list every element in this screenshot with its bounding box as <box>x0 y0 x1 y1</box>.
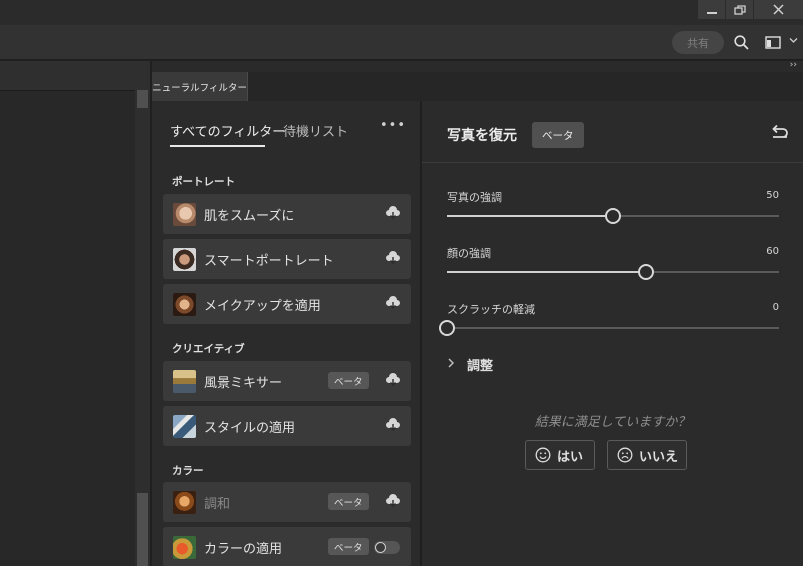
chevron-right-icon <box>448 358 455 368</box>
toggle-knob <box>375 542 386 553</box>
slider-value: 0 <box>772 302 779 313</box>
title-bar <box>0 0 803 25</box>
restore-icon <box>733 4 746 15</box>
chevron-down-icon[interactable] <box>789 37 798 44</box>
filter-item-skin-smoothing[interactable]: 肌をスムーズに <box>163 194 411 234</box>
slider-fill <box>447 271 647 273</box>
beta-badge: ベータ <box>328 538 369 555</box>
options-bar: 共有 <box>0 25 803 60</box>
cloud-download-icon[interactable] <box>385 418 401 432</box>
restore-button[interactable] <box>726 0 753 19</box>
scroll-arrow-top[interactable] <box>137 90 148 108</box>
filter-item-style-transfer[interactable]: スタイルの適用 <box>163 406 411 446</box>
section-title: クリエイティブ <box>172 343 245 355</box>
slider-value: 60 <box>766 246 779 257</box>
filter-item-landscape-mixer[interactable]: 風景ミキサー ベータ <box>163 361 411 401</box>
photo-enhancement-slider[interactable] <box>447 208 779 224</box>
slider-label: スクラッチの軽減 <box>447 303 535 316</box>
smile-icon <box>535 447 551 463</box>
feedback-no-label: いいえ <box>639 449 679 465</box>
active-tab-underline <box>170 145 265 147</box>
face-enhancement-slider[interactable] <box>447 264 779 280</box>
cloud-download-icon[interactable] <box>385 494 401 508</box>
slider-knob[interactable] <box>605 208 621 224</box>
reset-icon[interactable] <box>770 123 790 139</box>
cloud-download-icon[interactable] <box>385 373 401 387</box>
filter-label: メイクアップを適用 <box>204 299 321 314</box>
cloud-download-icon[interactable] <box>385 206 401 220</box>
beta-badge: ベータ <box>328 493 369 510</box>
feedback-no-button[interactable]: いいえ <box>607 440 687 470</box>
filter-label: カラーの適用 <box>204 542 283 557</box>
slider-fill <box>447 215 613 217</box>
feedback-yes-label: はい <box>557 449 584 465</box>
collapse-panels-icon[interactable]: ›› <box>790 60 797 70</box>
beta-badge: ベータ <box>328 372 369 389</box>
skin-smoothing-thumbnail <box>173 203 196 226</box>
makeup-transfer-thumbnail <box>173 293 196 316</box>
close-button[interactable] <box>754 0 803 19</box>
filter-title: 写真を復元 <box>447 128 517 144</box>
filter-item-harmonization[interactable]: 調和 ベータ <box>163 482 411 522</box>
tab-neural-filters[interactable]: ニューラルフィルター <box>152 72 248 101</box>
section-title: ポートレート <box>172 176 235 188</box>
more-options-icon[interactable]: ••• <box>380 118 406 133</box>
tab-waitlist[interactable]: 待機リスト <box>283 121 348 140</box>
slider-label: 写真の強調 <box>447 191 502 204</box>
document-canvas-area <box>0 61 150 566</box>
scratch-reduction-slider[interactable] <box>439 320 779 336</box>
tab-all-filters[interactable]: すべてのフィルター <box>170 121 285 140</box>
slider-value: 50 <box>766 190 779 201</box>
cloud-download-icon[interactable] <box>385 296 401 310</box>
filter-toggle[interactable] <box>374 541 400 554</box>
filter-label: 風景ミキサー <box>204 376 283 391</box>
color-transfer-thumbnail <box>173 536 196 559</box>
filter-settings-header: 写真を復元 ベータ <box>422 101 803 163</box>
minimize-icon <box>706 11 717 14</box>
feedback-yes-button[interactable]: はい <box>525 440 595 470</box>
panel-dock-header: ›› <box>152 60 803 72</box>
workspace-icon[interactable] <box>765 36 781 49</box>
filter-settings-column: 写真を復元 ベータ 写真の強調 50 顔の強調 60 スクラッチの軽減 0 調整… <box>422 101 803 566</box>
filter-list-column: すべてのフィルター 待機リスト ••• ポートレート 肌をスムーズに スマートポ… <box>152 101 421 566</box>
landscape-mixer-thumbnail <box>173 370 196 393</box>
beta-badge: ベータ <box>532 122 584 148</box>
adjustments-label: 調整 <box>467 359 494 374</box>
section-title: カラー <box>172 465 204 477</box>
harmonization-thumbnail <box>173 491 196 514</box>
minimize-button[interactable] <box>698 0 725 19</box>
filter-item-smart-portrait[interactable]: スマートポートレート <box>163 239 411 279</box>
frown-icon <box>617 447 633 463</box>
filter-label: スタイルの適用 <box>204 421 296 436</box>
cloud-download-icon[interactable] <box>385 251 401 265</box>
panel-tab-bar: ニューラルフィルター <box>152 72 803 101</box>
filter-item-color-transfer[interactable]: カラーの適用 ベータ <box>163 527 411 566</box>
scrollbar-thumb[interactable] <box>137 493 148 566</box>
close-icon <box>773 4 784 15</box>
document-tab-bar <box>0 61 150 91</box>
filter-item-makeup-transfer[interactable]: メイクアップを適用 <box>163 284 411 324</box>
slider-knob[interactable] <box>439 320 455 336</box>
filter-label: 調和 <box>204 497 231 512</box>
share-button[interactable]: 共有 <box>672 31 724 54</box>
style-transfer-thumbnail <box>173 415 196 438</box>
vertical-scrollbar[interactable] <box>135 90 150 566</box>
filter-label: 肌をスムーズに <box>204 209 295 224</box>
smart-portrait-thumbnail <box>173 248 196 271</box>
search-icon[interactable] <box>734 35 749 50</box>
slider-knob[interactable] <box>638 264 655 280</box>
feedback-question: 結果に満足していますか？ <box>534 415 691 430</box>
slider-label: 顔の強調 <box>447 247 491 260</box>
filter-label: スマートポートレート <box>204 254 334 269</box>
